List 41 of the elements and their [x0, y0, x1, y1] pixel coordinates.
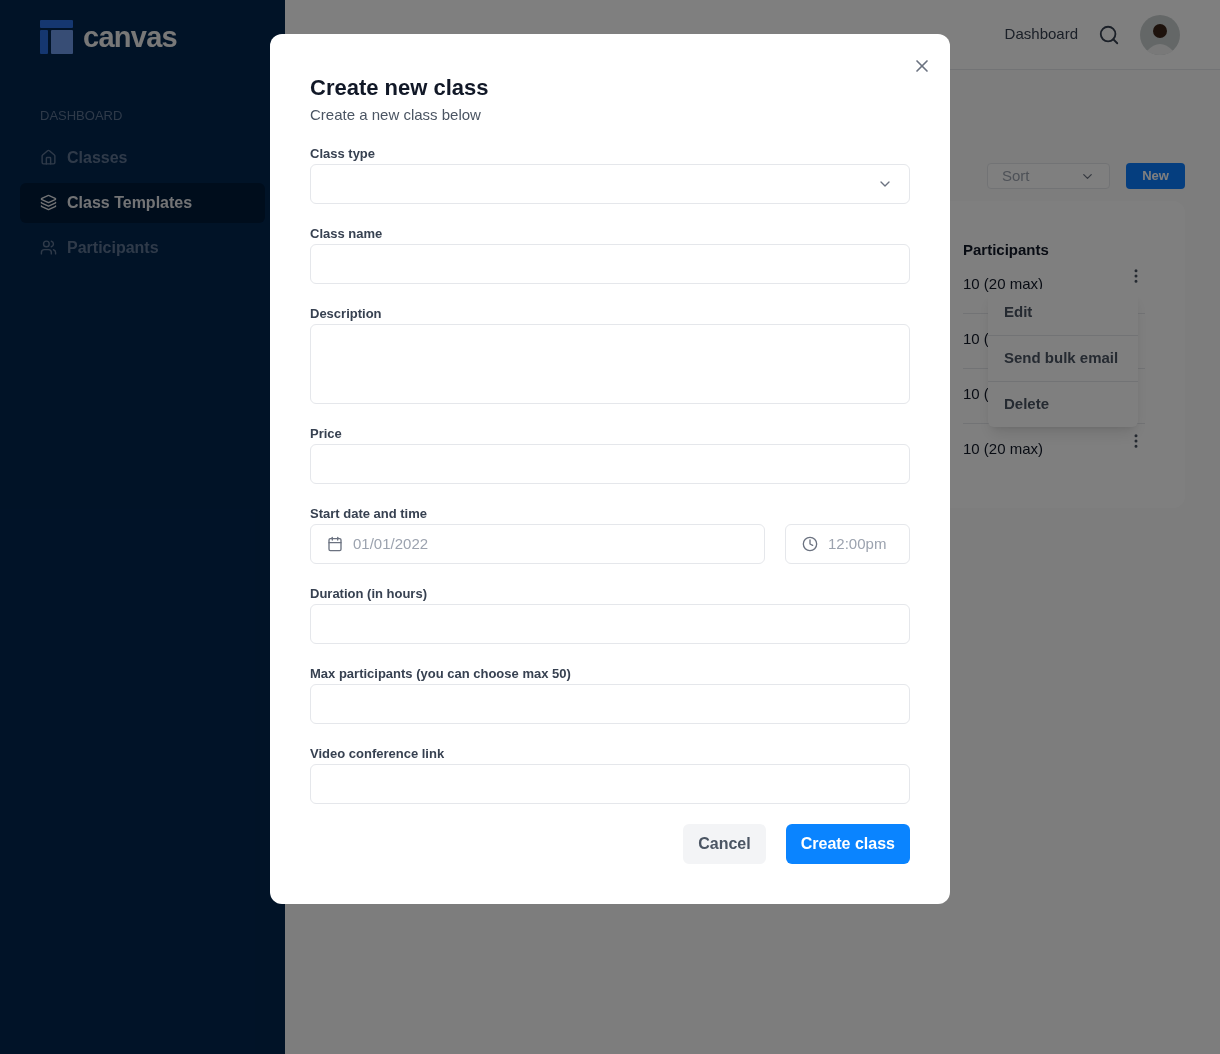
- layers-icon: [40, 194, 57, 211]
- input-field[interactable]: [310, 604, 910, 644]
- field-label: Video conference link: [310, 746, 446, 762]
- field-label: Price: [310, 426, 343, 442]
- input-field[interactable]: [310, 764, 910, 804]
- clock-icon: [802, 536, 818, 552]
- field-label: Class name: [310, 226, 384, 242]
- input-field[interactable]: [310, 444, 910, 484]
- calendar-icon: [327, 536, 343, 552]
- users-icon: [40, 239, 57, 256]
- field-label: Max participants (you can choose max 50): [310, 666, 572, 682]
- time-field[interactable]: 12:00pm: [785, 524, 910, 564]
- dashboard-link[interactable]: Dashboard: [1004, 23, 1078, 46]
- field-label: Duration (in hours): [310, 586, 428, 602]
- date-field[interactable]: 01/01/2022: [310, 524, 765, 564]
- dialog-subtitle: Create a new class below: [310, 105, 482, 125]
- table-cell-text: 10 (20 max): [963, 439, 1044, 459]
- sidebar-item[interactable]: Class Templates: [20, 182, 265, 223]
- table-cell-text: 10 (: [963, 329, 989, 349]
- menu-item[interactable]: Send bulk email: [988, 335, 1138, 381]
- field-label: Description: [310, 306, 383, 322]
- placeholder-text: 12:00pm: [828, 533, 887, 554]
- new-button[interactable]: New: [1126, 163, 1185, 189]
- cancel-button[interactable]: Cancel: [683, 824, 766, 864]
- placeholder-text: 01/01/2022: [353, 533, 429, 554]
- avatar[interactable]: [1140, 14, 1180, 55]
- create-button[interactable]: Create class: [785, 824, 910, 864]
- textarea-field[interactable]: [310, 324, 910, 404]
- menu-item[interactable]: Delete: [988, 381, 1138, 427]
- dialog-title: Create new class: [310, 74, 490, 102]
- select-field[interactable]: [310, 164, 910, 204]
- search-icon[interactable]: [1098, 23, 1120, 46]
- field-label: Class type: [310, 146, 377, 162]
- column-header: Participants: [963, 240, 1050, 259]
- table-cell-text: 10 (: [963, 384, 989, 404]
- input-field[interactable]: [310, 244, 910, 284]
- logo-text: canvas: [83, 22, 177, 52]
- field-label: Start date and time: [310, 506, 429, 522]
- input-field[interactable]: [310, 684, 910, 724]
- logo-icon: [40, 20, 73, 54]
- home-icon: [40, 149, 57, 166]
